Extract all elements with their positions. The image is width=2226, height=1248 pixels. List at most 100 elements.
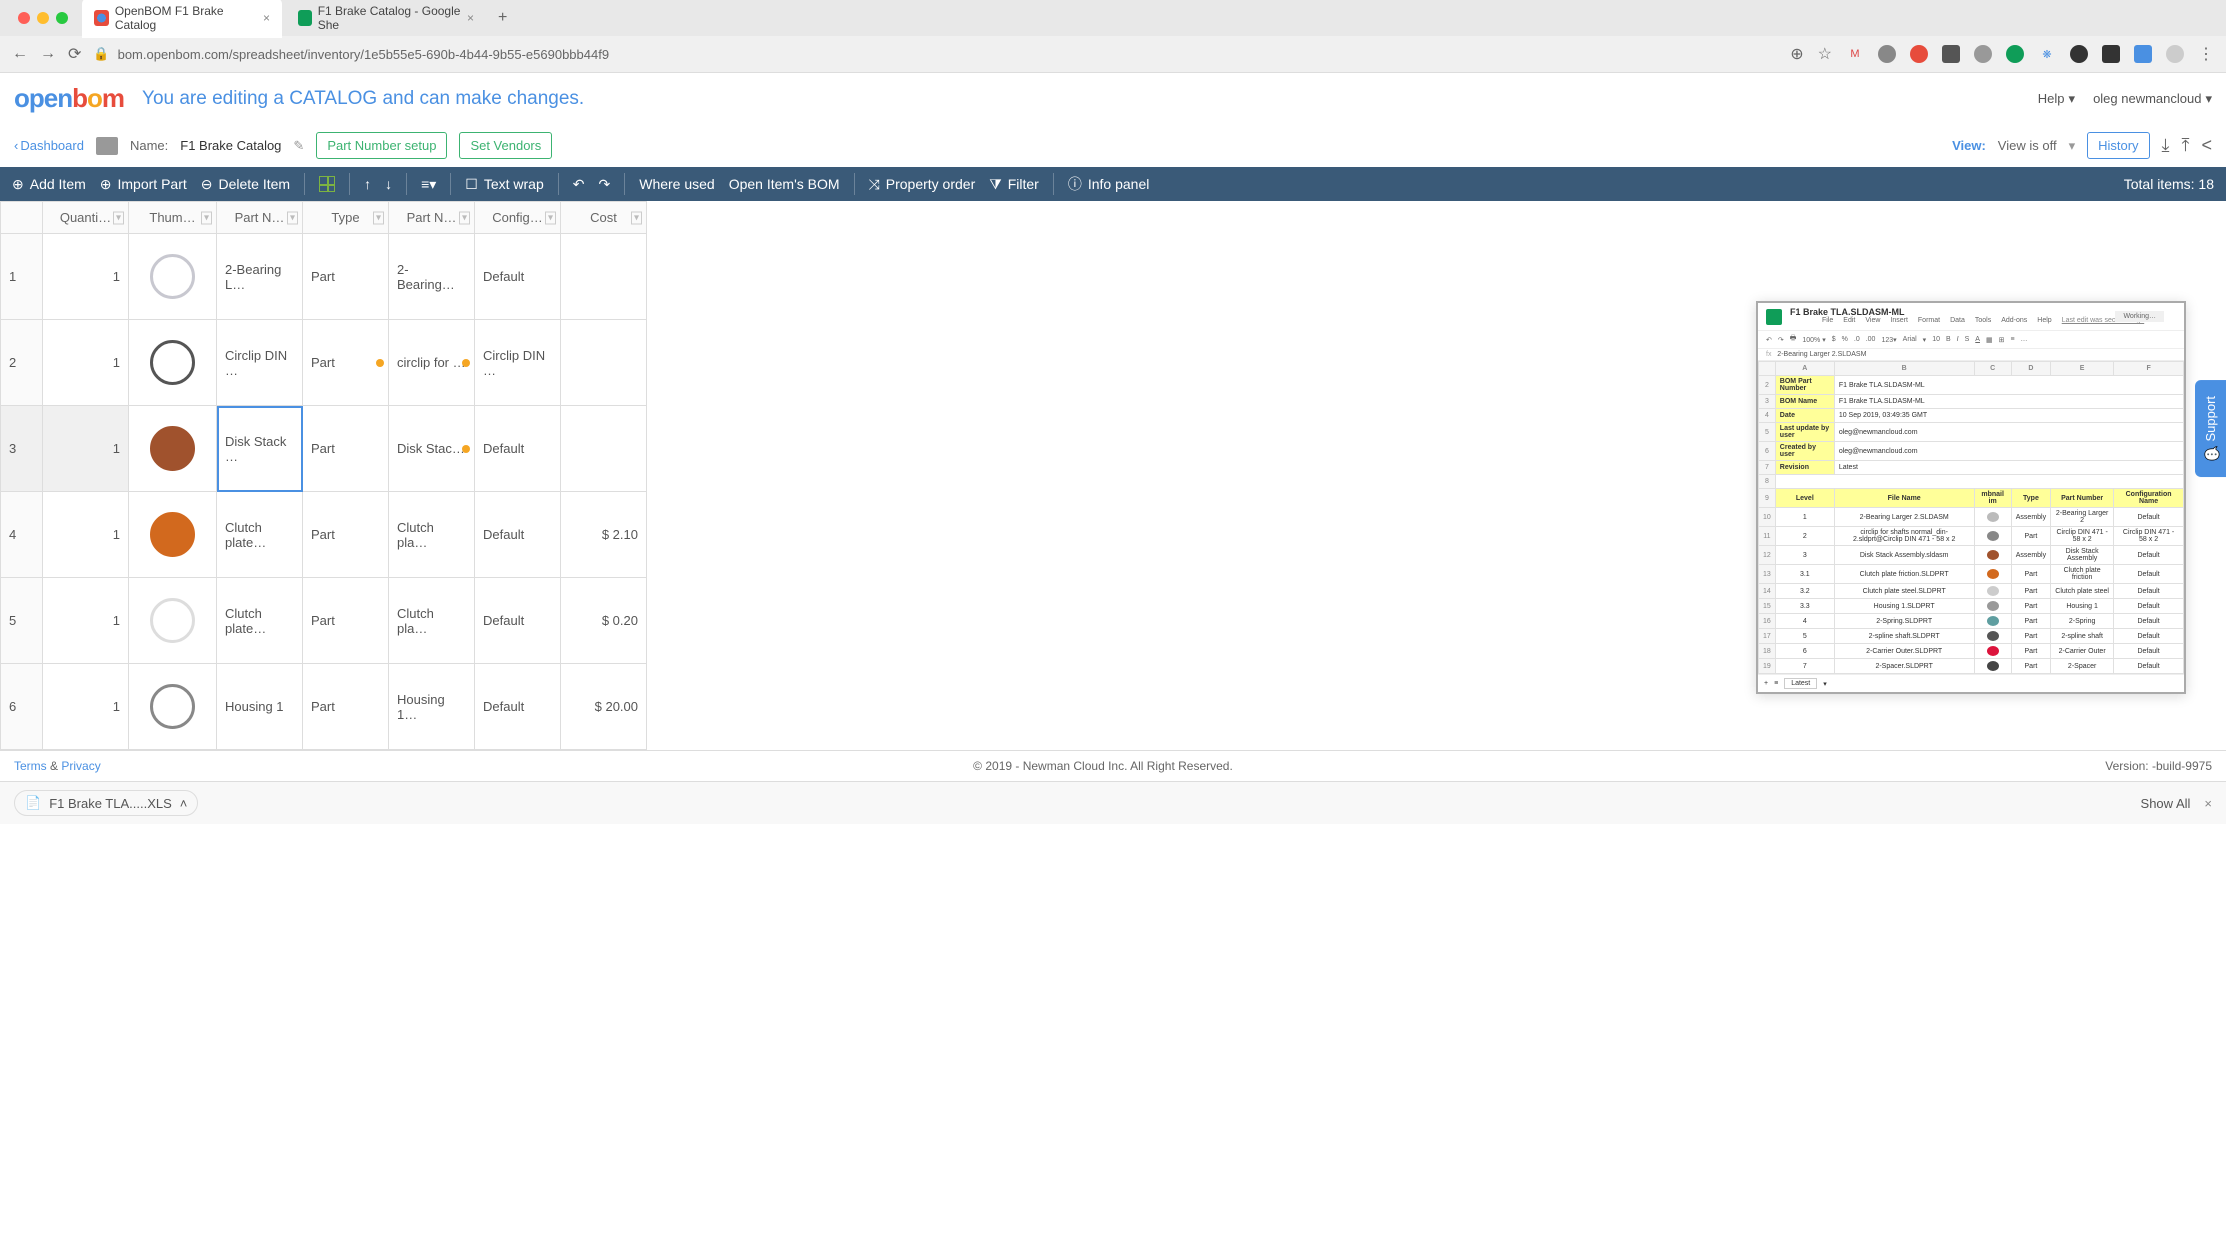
row-number[interactable]: 6 (1, 664, 43, 750)
row-number[interactable]: 4 (1, 492, 43, 578)
sheets-menu-item[interactable]: Data (1950, 317, 1965, 324)
pn-cell[interactable]: Clutch pla… (389, 578, 475, 664)
pn-cell[interactable]: Disk Stac… (389, 406, 475, 492)
qty-cell[interactable]: 1 (43, 578, 129, 664)
ext-icon[interactable] (2102, 45, 2120, 63)
reload-button[interactable]: ⟳ (68, 44, 81, 64)
redo-button[interactable]: ↷ (599, 176, 611, 193)
zoom-icon[interactable]: ⊕ (1790, 44, 1803, 64)
name-cell[interactable]: Clutch plate… (217, 578, 303, 664)
download-icon[interactable]: ⤓ (2162, 135, 2170, 156)
cfg-cell[interactable]: Default (475, 664, 561, 750)
new-tab-button[interactable]: + (490, 9, 515, 27)
sheets-menu-item[interactable]: Help (2037, 317, 2051, 324)
part-number-setup-button[interactable]: Part Number setup (316, 132, 447, 159)
type-cell[interactable]: Part (303, 406, 389, 492)
text-wrap-toggle[interactable]: ☐ Text wrap (465, 176, 543, 193)
ext-icon[interactable] (1974, 45, 1992, 63)
dashboard-link[interactable]: ‹ Dashboard (14, 138, 84, 153)
ext-icon[interactable] (1878, 45, 1896, 63)
where-used-button[interactable]: Where used (639, 176, 714, 192)
qty-cell[interactable]: 1 (43, 234, 129, 320)
show-all-button[interactable]: Show All (2141, 796, 2191, 811)
type-cell[interactable]: Part (303, 320, 389, 406)
avatar-icon[interactable] (2166, 45, 2184, 63)
thumb-cell[interactable] (129, 578, 217, 664)
menu-icon[interactable]: ⋮ (2198, 44, 2214, 64)
name-cell[interactable]: 2-Bearing L… (217, 234, 303, 320)
info-panel-button[interactable]: ⓘ Info panel (1068, 174, 1150, 194)
cfg-cell[interactable]: Default (475, 492, 561, 578)
cost-cell[interactable]: $ 2.10 (561, 492, 647, 578)
cfg-cell[interactable]: Circlip DIN … (475, 320, 561, 406)
thumb-cell[interactable] (129, 664, 217, 750)
close-window-button[interactable] (18, 12, 30, 24)
openbom-logo[interactable]: openbom (14, 83, 124, 114)
qty-cell[interactable]: 1 (43, 664, 129, 750)
name-cell[interactable]: Clutch plate… (217, 492, 303, 578)
ext-icon[interactable] (2070, 45, 2088, 63)
cost-cell[interactable]: $ 20.00 (561, 664, 647, 750)
cost-cell[interactable] (561, 234, 647, 320)
sheets-menu-item[interactable]: Format (1918, 317, 1940, 324)
image-icon[interactable] (96, 137, 118, 155)
type-cell[interactable]: Part (303, 664, 389, 750)
filter-button[interactable]: ⧩ Filter (989, 176, 1039, 193)
undo-button[interactable]: ↶ (573, 176, 585, 193)
sheets-menu-item[interactable]: Tools (1975, 317, 1991, 324)
terms-link[interactable]: Terms (14, 759, 47, 773)
column-header[interactable]: Type▾ (303, 202, 389, 234)
row-number[interactable]: 5 (1, 578, 43, 664)
name-cell[interactable]: Circlip DIN … (217, 320, 303, 406)
column-header[interactable]: Part N…▾ (389, 202, 475, 234)
ext-icon[interactable] (1942, 45, 1960, 63)
name-cell[interactable]: Disk Stack … (217, 406, 303, 492)
move-down-button[interactable]: ↓ (385, 176, 392, 192)
cost-cell[interactable] (561, 320, 647, 406)
pn-cell[interactable]: circlip for … (389, 320, 475, 406)
gmail-ext-icon[interactable]: M (1846, 45, 1864, 63)
align-button[interactable]: ≡▾ (421, 176, 436, 193)
sheets-menu-item[interactable]: Insert (1890, 317, 1908, 324)
privacy-link[interactable]: Privacy (61, 759, 100, 773)
history-button[interactable]: History (2087, 132, 2149, 159)
open-item-bom-button[interactable]: Open Item's BOM (729, 176, 840, 192)
forward-button[interactable]: → (40, 45, 56, 63)
url-input[interactable]: 🔒 bom.openbom.com/spreadsheet/inventory/… (93, 46, 1778, 62)
qty-cell[interactable]: 1 (43, 320, 129, 406)
cfg-cell[interactable]: Default (475, 578, 561, 664)
cost-cell[interactable] (561, 406, 647, 492)
set-vendors-button[interactable]: Set Vendors (459, 132, 552, 159)
thumb-cell[interactable] (129, 492, 217, 578)
qty-cell[interactable]: 1 (43, 406, 129, 492)
grid-toggle[interactable] (319, 176, 335, 192)
close-tab-icon[interactable]: × (263, 11, 270, 25)
type-cell[interactable]: Part (303, 578, 389, 664)
row-number[interactable]: 2 (1, 320, 43, 406)
back-button[interactable]: ← (12, 45, 28, 63)
ext-icon[interactable] (1910, 45, 1928, 63)
import-part-button[interactable]: ⊕ Import Part (100, 176, 187, 193)
row-number[interactable]: 1 (1, 234, 43, 320)
browser-tab-active[interactable]: OpenBOM F1 Brake Catalog × (82, 0, 282, 38)
close-tab-icon[interactable]: × (467, 11, 474, 25)
sheets-menu-item[interactable]: Edit (1843, 317, 1855, 324)
cfg-cell[interactable]: Default (475, 406, 561, 492)
row-number[interactable]: 3 (1, 406, 43, 492)
pn-cell[interactable]: Clutch pla… (389, 492, 475, 578)
bookmark-icon[interactable]: ☆ (1818, 44, 1832, 64)
type-cell[interactable]: Part (303, 492, 389, 578)
ext-icon[interactable] (2006, 45, 2024, 63)
thumb-cell[interactable] (129, 406, 217, 492)
pn-cell[interactable]: 2-Bearing… (389, 234, 475, 320)
upload-icon[interactable]: ⤒ (2182, 135, 2190, 156)
browser-tab-inactive[interactable]: F1 Brake Catalog - Google She × (286, 0, 486, 38)
type-cell[interactable]: Part (303, 234, 389, 320)
user-menu[interactable]: oleg newmancloud ▾ (2093, 91, 2212, 107)
ext-icon[interactable] (2134, 45, 2152, 63)
chevron-down-icon[interactable]: ▾ (2069, 138, 2076, 154)
thumb-cell[interactable] (129, 234, 217, 320)
ext-icon[interactable]: ❋ (2038, 45, 2056, 63)
column-header[interactable]: Config…▾ (475, 202, 561, 234)
support-tab[interactable]: 💬 Support (2195, 380, 2226, 477)
